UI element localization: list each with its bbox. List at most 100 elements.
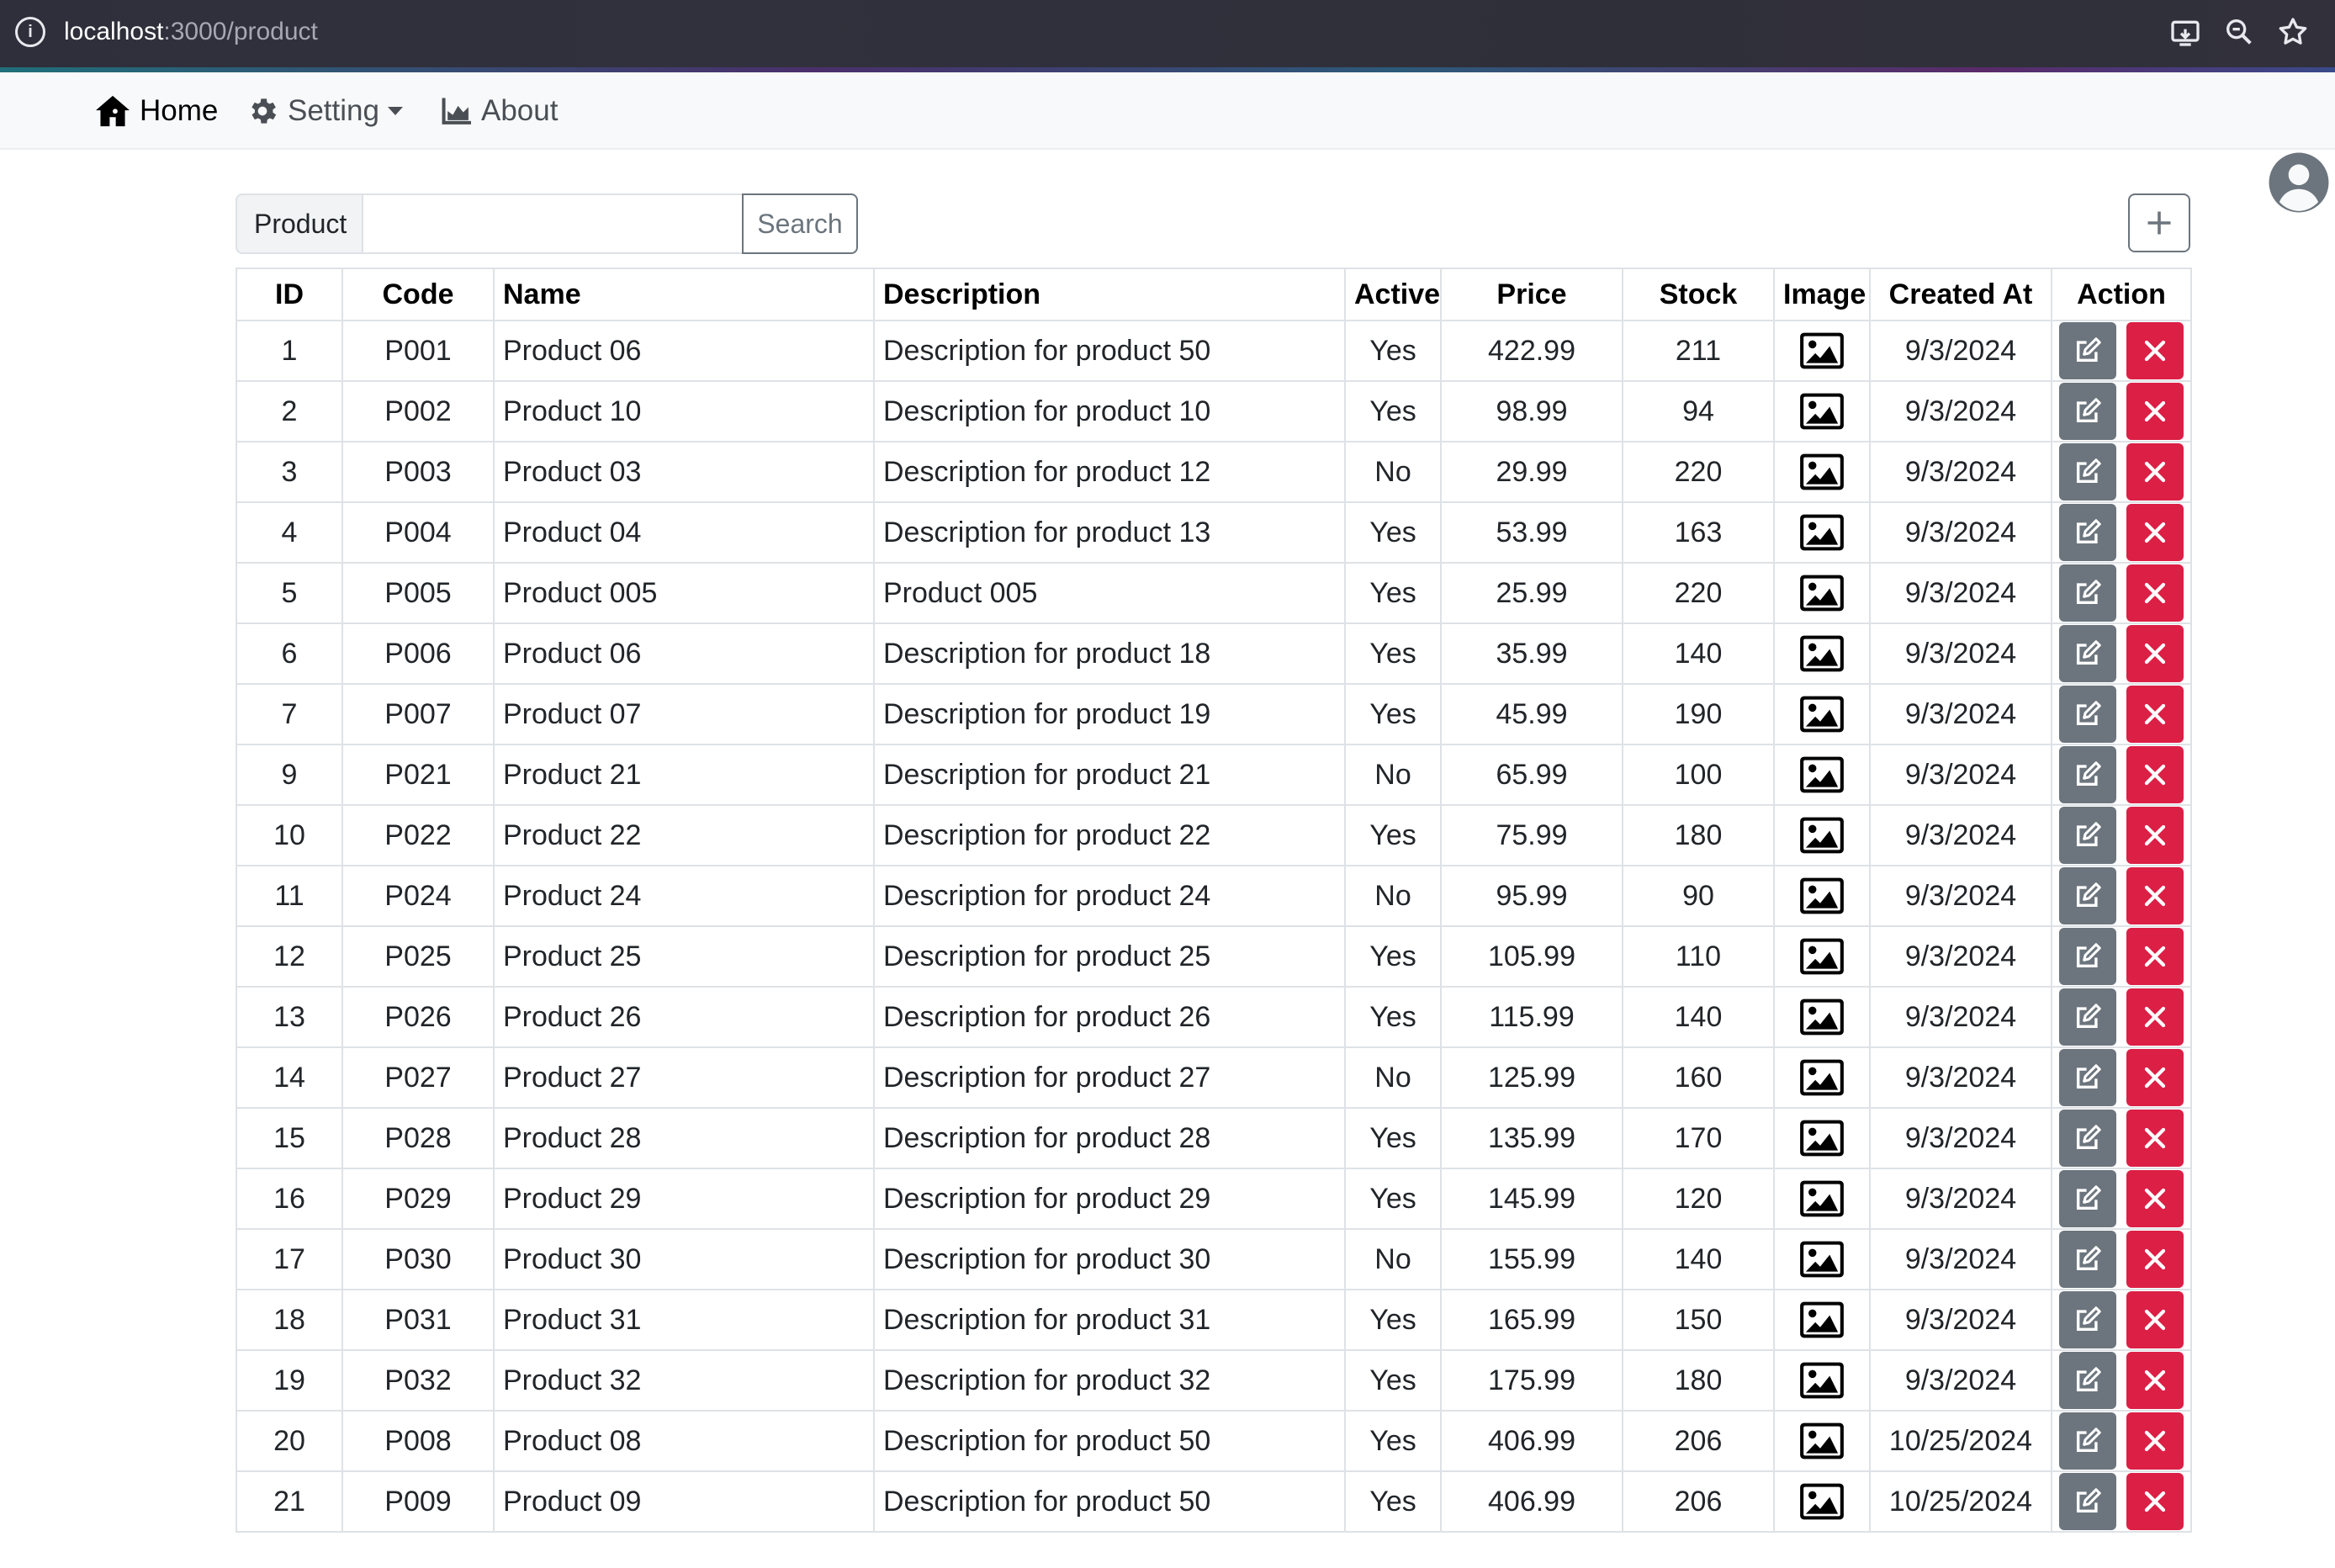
cell-image[interactable] xyxy=(1773,683,1871,745)
cell-price: 105.99 xyxy=(1440,925,1623,988)
cell-image[interactable] xyxy=(1773,1349,1871,1412)
cell-created-at: 9/3/2024 xyxy=(1869,804,2052,866)
cast-icon[interactable] xyxy=(2168,15,2202,49)
header-description[interactable]: Description xyxy=(873,268,1346,321)
image-icon xyxy=(1800,756,1844,793)
header-id[interactable]: ID xyxy=(236,268,343,321)
cell-description: Description for product 21 xyxy=(873,744,1346,806)
cell-image[interactable] xyxy=(1773,380,1871,442)
search-button[interactable]: Search xyxy=(742,193,858,254)
cell-image[interactable] xyxy=(1773,622,1871,685)
close-icon xyxy=(2144,1309,2166,1331)
delete-button[interactable] xyxy=(2126,686,2184,743)
delete-button[interactable] xyxy=(2126,807,2184,864)
edit-button[interactable] xyxy=(2059,686,2116,743)
delete-button[interactable] xyxy=(2126,1291,2184,1348)
delete-button[interactable] xyxy=(2126,1473,2184,1530)
zoom-icon[interactable] xyxy=(2222,15,2256,49)
cell-image[interactable] xyxy=(1773,441,1871,503)
cell-image[interactable] xyxy=(1773,1410,1871,1472)
delete-button[interactable] xyxy=(2126,1231,2184,1288)
table-row: 7 P007 Product 07 Description for product 1… xyxy=(236,683,2192,745)
edit-button[interactable] xyxy=(2059,1231,2116,1288)
delete-button[interactable] xyxy=(2126,1110,2184,1167)
cell-id: 17 xyxy=(236,1228,343,1290)
edit-button[interactable] xyxy=(2059,443,2116,501)
cell-action xyxy=(2051,683,2192,745)
cell-id: 3 xyxy=(236,441,343,503)
edit-button[interactable] xyxy=(2059,504,2116,561)
delete-button[interactable] xyxy=(2126,1170,2184,1227)
nav-home-link[interactable]: Home xyxy=(94,72,218,150)
delete-button[interactable] xyxy=(2126,988,2184,1046)
cell-image[interactable] xyxy=(1773,744,1871,806)
edit-button[interactable] xyxy=(2059,1412,2116,1470)
delete-button[interactable] xyxy=(2126,1049,2184,1106)
header-created-at[interactable]: Created At xyxy=(1869,268,2052,321)
edit-button[interactable] xyxy=(2059,625,2116,682)
cell-name: Product 25 xyxy=(493,925,875,988)
edit-button[interactable] xyxy=(2059,1291,2116,1348)
cell-image[interactable] xyxy=(1773,1107,1871,1169)
delete-button[interactable] xyxy=(2126,928,2184,985)
image-icon xyxy=(1800,1180,1844,1217)
cell-image[interactable] xyxy=(1773,986,1871,1048)
edit-button[interactable] xyxy=(2059,988,2116,1046)
header-active[interactable]: Active xyxy=(1344,268,1442,321)
edit-button[interactable] xyxy=(2059,383,2116,440)
cell-image[interactable] xyxy=(1773,865,1871,927)
edit-button[interactable] xyxy=(2059,564,2116,622)
delete-button[interactable] xyxy=(2126,1412,2184,1470)
cell-image[interactable] xyxy=(1773,1046,1871,1109)
cell-image[interactable] xyxy=(1773,1228,1871,1290)
cell-stock: 90 xyxy=(1622,865,1775,927)
cell-image[interactable] xyxy=(1773,1289,1871,1351)
cell-image[interactable] xyxy=(1773,501,1871,564)
cell-active: Yes xyxy=(1344,1289,1442,1351)
edit-button[interactable] xyxy=(2059,1352,2116,1409)
add-product-button[interactable] xyxy=(2128,193,2190,252)
edit-button[interactable] xyxy=(2059,746,2116,803)
edit-button[interactable] xyxy=(2059,1110,2116,1167)
cell-image[interactable] xyxy=(1773,562,1871,624)
nav-about-link[interactable]: About xyxy=(441,72,558,150)
delete-button[interactable] xyxy=(2126,383,2184,440)
nav-setting-dropdown[interactable]: Setting xyxy=(246,72,403,150)
delete-button[interactable] xyxy=(2126,625,2184,682)
header-action: Action xyxy=(2051,268,2192,321)
user-circle-icon[interactable] xyxy=(2268,151,2330,214)
cell-code: P026 xyxy=(342,986,495,1048)
cell-id: 13 xyxy=(236,986,343,1048)
delete-button[interactable] xyxy=(2126,867,2184,924)
header-name[interactable]: Name xyxy=(493,268,875,321)
cell-id: 4 xyxy=(236,501,343,564)
delete-button[interactable] xyxy=(2126,443,2184,501)
delete-button[interactable] xyxy=(2126,564,2184,622)
cell-description: Description for product 27 xyxy=(873,1046,1346,1109)
delete-button[interactable] xyxy=(2126,504,2184,561)
edit-button[interactable] xyxy=(2059,322,2116,379)
header-stock[interactable]: Stock xyxy=(1622,268,1775,321)
edit-button[interactable] xyxy=(2059,1473,2116,1530)
edit-button[interactable] xyxy=(2059,1170,2116,1227)
info-icon[interactable]: i xyxy=(15,17,45,47)
edit-button[interactable] xyxy=(2059,807,2116,864)
url-field[interactable]: localhost:3000/product xyxy=(64,17,318,47)
header-price[interactable]: Price xyxy=(1440,268,1623,321)
cell-image[interactable] xyxy=(1773,1470,1871,1533)
star-icon[interactable] xyxy=(2276,15,2310,49)
delete-button[interactable] xyxy=(2126,322,2184,379)
cell-image[interactable] xyxy=(1773,1168,1871,1230)
edit-icon xyxy=(2076,761,2101,787)
header-code[interactable]: Code xyxy=(342,268,495,321)
search-input[interactable] xyxy=(362,193,744,254)
edit-button[interactable] xyxy=(2059,1049,2116,1106)
edit-button[interactable] xyxy=(2059,867,2116,924)
cell-image[interactable] xyxy=(1773,804,1871,866)
delete-button[interactable] xyxy=(2126,1352,2184,1409)
edit-button[interactable] xyxy=(2059,928,2116,985)
cell-image[interactable] xyxy=(1773,925,1871,988)
delete-button[interactable] xyxy=(2126,746,2184,803)
cell-created-at: 9/3/2024 xyxy=(1869,1168,2052,1230)
cell-image[interactable] xyxy=(1773,320,1871,382)
